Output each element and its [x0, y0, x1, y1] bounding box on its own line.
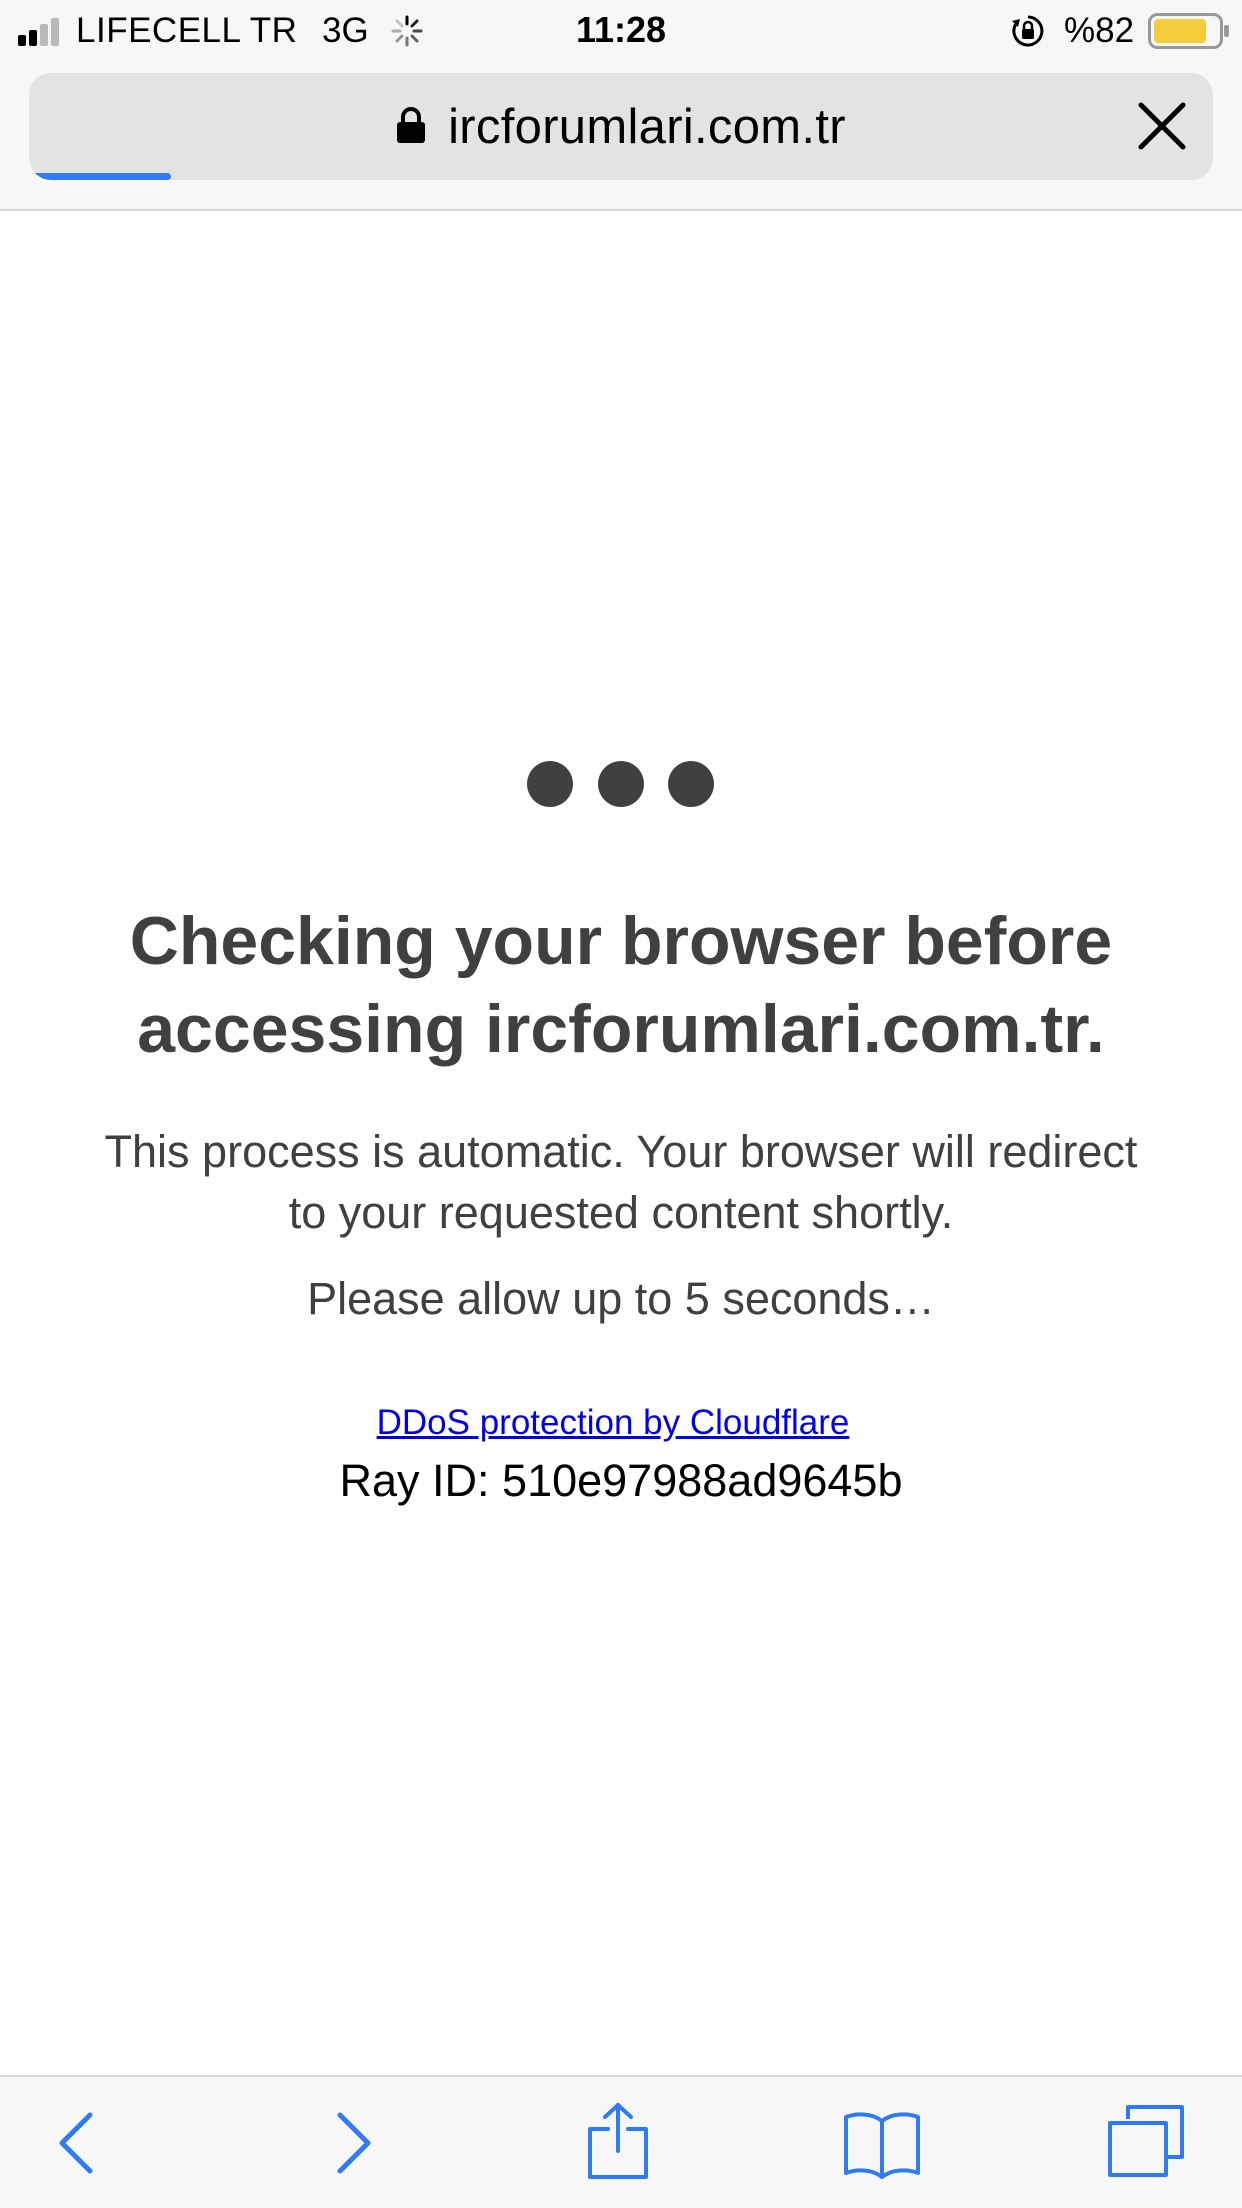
close-icon[interactable] — [1135, 99, 1189, 153]
description-line: This process is automatic. Your browser … — [104, 1126, 1138, 1177]
ddos-protection-link[interactable]: DDoS protection by Cloudflare — [0, 1401, 1226, 1445]
share-icon — [588, 2103, 648, 2179]
rotation-lock-icon — [1012, 15, 1044, 47]
status-bar: LIFECELL TR 3G 11:28 %82 — [0, 0, 1242, 62]
status-time: 11:28 — [575, 9, 667, 50]
ray-id: Ray ID: 510e97988ad9645b — [339, 1455, 903, 1506]
url-text: ircforumlari.com.tr — [448, 99, 846, 154]
heading-line: accessing ircforumlari.com.tr. — [137, 991, 1105, 1067]
network-type: 3G — [322, 11, 369, 50]
process-description: This process is automatic. Your browser … — [40, 1121, 1202, 1243]
wait-message: Please allow up to 5 seconds… — [307, 1273, 935, 1324]
forward-icon — [337, 2112, 371, 2174]
loading-dot — [668, 761, 714, 807]
browser-toolbar — [0, 2075, 1242, 2208]
back-icon — [59, 2112, 93, 2174]
browser-header: ircforumlari.com.tr — [0, 62, 1242, 211]
bookmarks-icon — [844, 2112, 920, 2179]
lock-icon — [397, 106, 426, 143]
forward-button[interactable] — [312, 2101, 392, 2181]
page-heading: Checking your browser before accessing i… — [40, 897, 1202, 1073]
activity-spinner-icon — [391, 15, 423, 47]
tabs-icon — [1108, 2105, 1184, 2177]
signal-icon — [18, 16, 66, 46]
tabs-button[interactable] — [1106, 2101, 1186, 2181]
description-line: to your requested content shortly. — [288, 1187, 954, 1238]
address-bar[interactable]: ircforumlari.com.tr — [29, 73, 1213, 180]
page-content: Checking your browser before accessing i… — [0, 211, 1242, 2075]
battery-percent: %82 — [1064, 11, 1135, 50]
address-content: ircforumlari.com.tr — [29, 73, 1213, 180]
back-button[interactable] — [38, 2101, 118, 2181]
loading-dot — [598, 761, 644, 807]
screen: LIFECELL TR 3G 11:28 %82 ircforumlari.co… — [0, 0, 1242, 2208]
battery-icon — [1148, 13, 1229, 49]
heading-line: Checking your browser before — [129, 903, 1113, 979]
bookmarks-button[interactable] — [842, 2101, 922, 2181]
share-button[interactable] — [578, 2101, 658, 2181]
carrier-name: LIFECELL TR — [76, 11, 298, 50]
page-load-progress — [29, 173, 171, 180]
loading-dot — [527, 761, 573, 807]
loading-indicator — [527, 761, 717, 809]
